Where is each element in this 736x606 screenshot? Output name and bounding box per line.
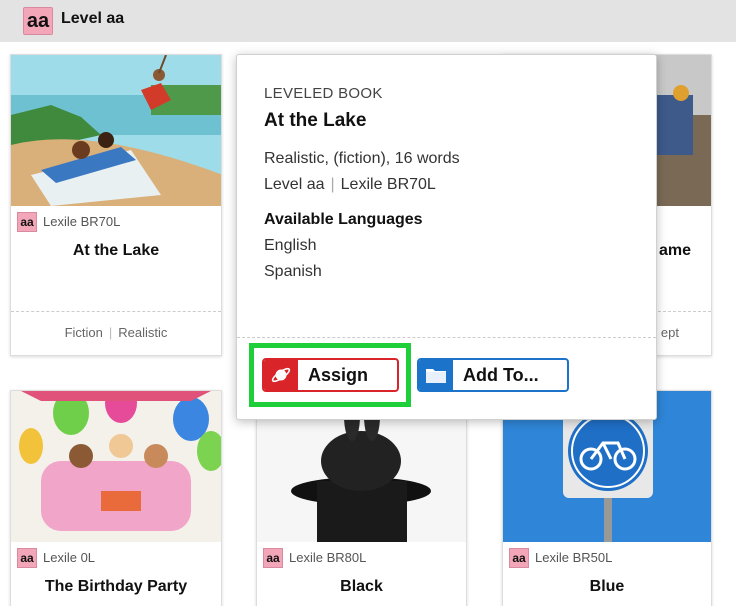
book-card-birthday-party[interactable]: aa Lexile 0L The Birthday Party — [10, 390, 222, 606]
popover-level: Level aa — [264, 176, 325, 193]
book-cover-image[interactable] — [11, 391, 221, 542]
folder-icon — [419, 360, 453, 390]
level-title: Level aa — [61, 10, 125, 27]
lexile-label: Lexile BR80L — [289, 550, 367, 565]
book-card-black[interactable]: aa Lexile BR80L Black — [256, 390, 467, 606]
popover-lexile: Lexile BR70L — [340, 176, 436, 193]
book-card-at-the-lake[interactable]: aa Lexile BR70L At the Lake Fiction | Real… — [10, 54, 222, 356]
level-badge: aa — [17, 212, 37, 232]
popover-divider — [237, 337, 656, 338]
book-title[interactable]: The Birthday Party — [11, 578, 221, 596]
genre-realistic: Realistic — [118, 325, 168, 340]
lexile-label: Lexile BR70L — [43, 214, 121, 229]
level-badge: aa — [509, 548, 529, 568]
genre-word-count: Realistic, (fiction), 16 words — [264, 150, 460, 167]
language-spanish: Spanish — [264, 263, 322, 280]
book-title[interactable]: Blue — [503, 578, 711, 596]
book-title[interactable]: At the Lake — [11, 242, 221, 260]
level-lexile-line: Level aa | Lexile BR70L — [264, 176, 436, 193]
planet-icon — [264, 360, 298, 390]
book-cover-image[interactable] — [11, 55, 221, 206]
book-title[interactable]: Black — [257, 578, 466, 596]
level-header: aa Level aa — [0, 0, 736, 42]
add-to-label: Add To... — [463, 364, 539, 385]
level-badge: aa — [17, 548, 37, 568]
assign-label: Assign — [308, 364, 369, 385]
lexile-label: Lexile BR50L — [535, 550, 613, 565]
add-to-button[interactable]: Add To... — [417, 358, 569, 392]
book-card-blue[interactable]: aa Lexile BR50L Blue — [502, 390, 712, 606]
level-badge: aa — [263, 548, 283, 568]
lexile-label: Lexile 0L — [43, 550, 96, 565]
genre-tags: Fiction | Realistic — [64, 325, 168, 340]
assign-button[interactable]: Assign — [262, 358, 399, 392]
languages-heading: Available Languages — [264, 211, 423, 228]
genre-fiction: Fiction — [64, 325, 103, 340]
language-english: English — [264, 237, 317, 254]
popover-title: At the Lake — [264, 110, 367, 131]
level-badge: aa — [23, 7, 53, 35]
resource-type: LEVELED BOOK — [264, 85, 383, 102]
card-divider — [11, 311, 221, 312]
